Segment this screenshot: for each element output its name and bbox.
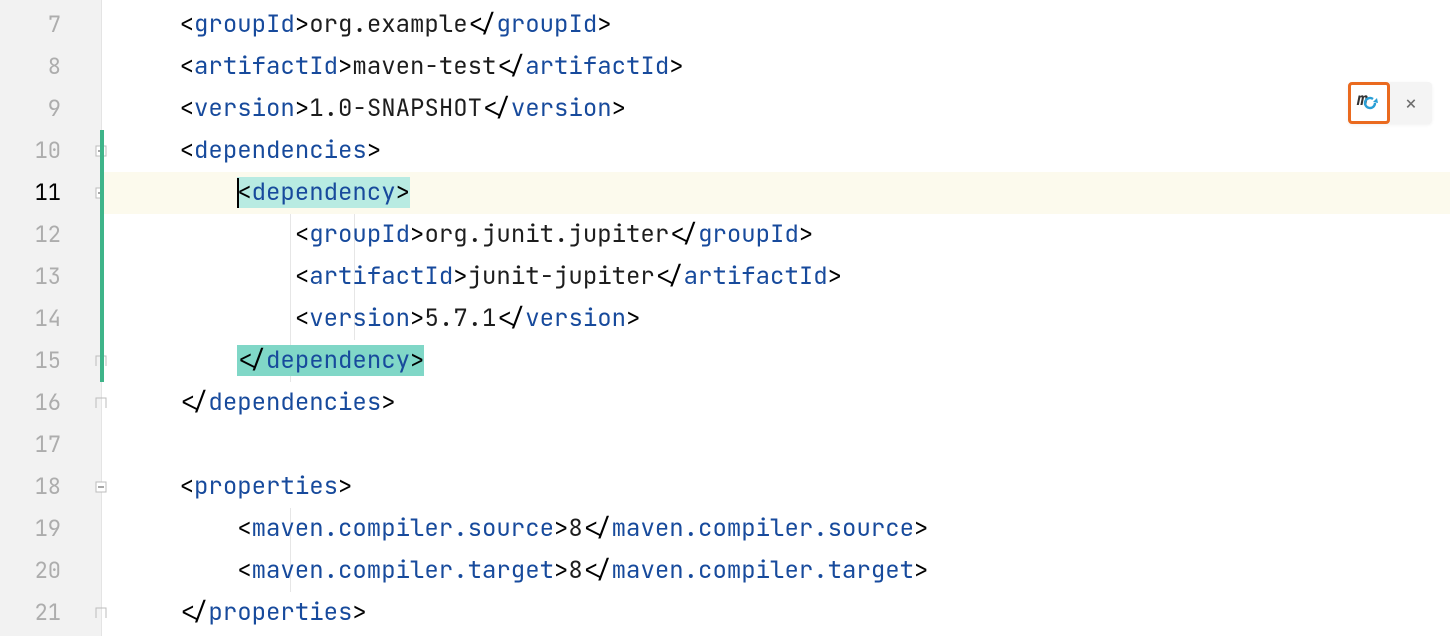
code-line[interactable]: <version>1.0-SNAPSHOT</version> <box>102 88 1450 130</box>
maven-reload-button[interactable]: m <box>1348 82 1390 124</box>
close-button[interactable]: × <box>1390 82 1432 124</box>
code-line[interactable]: <groupId>org.example</groupId> <box>102 4 1450 46</box>
line-number[interactable]: 7 <box>0 4 101 46</box>
line-number[interactable]: 9 <box>0 88 101 130</box>
line-number[interactable]: 12 <box>0 214 101 256</box>
code-line[interactable]: </dependencies> <box>102 382 1450 424</box>
code-line[interactable]: <properties> <box>102 466 1450 508</box>
line-number[interactable]: 19 <box>0 508 101 550</box>
code-line[interactable]: <dependency> <box>102 172 1450 214</box>
line-number[interactable]: 13 <box>0 256 101 298</box>
line-number[interactable]: 14 <box>0 298 101 340</box>
close-icon: × <box>1404 89 1417 118</box>
line-number[interactable]: 17 <box>0 424 101 466</box>
code-line[interactable]: </dependency> <box>102 340 1450 382</box>
code-line[interactable]: <artifactId>maven-test</artifactId> <box>102 46 1450 88</box>
line-number[interactable]: 20 <box>0 550 101 592</box>
code-line[interactable]: <maven.compiler.target>8</maven.compiler… <box>102 550 1450 592</box>
maven-reload-widget: m × <box>1348 82 1432 124</box>
refresh-icon-arrow <box>1373 98 1378 103</box>
code-editor: 789101112131415161718192021 <groupId>org… <box>0 0 1450 636</box>
code-line[interactable] <box>102 424 1450 466</box>
code-area[interactable]: <groupId>org.example</groupId> <artifact… <box>102 0 1450 636</box>
code-line[interactable]: <groupId>org.junit.jupiter</groupId> <box>102 214 1450 256</box>
line-number-gutter: 789101112131415161718192021 <box>0 0 102 636</box>
vcs-change-marker[interactable] <box>100 130 104 382</box>
code-line[interactable]: <artifactId>junit-jupiter</artifactId> <box>102 256 1450 298</box>
code-line[interactable]: <maven.compiler.source>8</maven.compiler… <box>102 508 1450 550</box>
line-number[interactable]: 11 <box>0 172 101 214</box>
line-number[interactable]: 16 <box>0 382 101 424</box>
code-line[interactable]: </properties> <box>102 592 1450 634</box>
code-line[interactable]: <version>5.7.1</version> <box>102 298 1450 340</box>
code-line[interactable]: <dependencies> <box>102 130 1450 172</box>
line-number[interactable]: 8 <box>0 46 101 88</box>
line-number[interactable]: 15 <box>0 340 101 382</box>
line-number[interactable]: 18 <box>0 466 101 508</box>
line-number[interactable]: 21 <box>0 592 101 634</box>
line-number[interactable]: 10 <box>0 130 101 172</box>
